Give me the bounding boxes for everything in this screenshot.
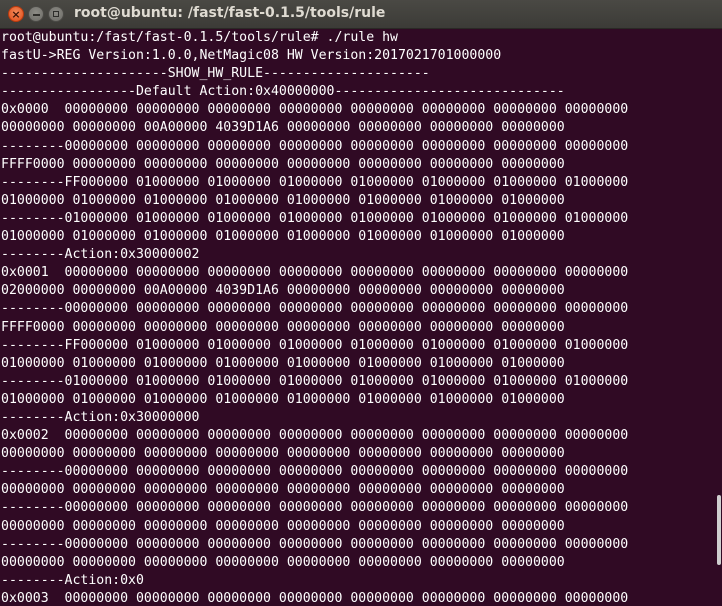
scrollbar[interactable] xyxy=(714,29,722,606)
terminal-line: 00000000 00000000 00A00000 4039D1A6 0000… xyxy=(1,120,565,136)
terminal-line: 0x0002 00000000 00000000 00000000 000000… xyxy=(1,428,629,444)
terminal-line: 0x0000 00000000 00000000 00000000 000000… xyxy=(1,102,629,118)
terminal-line: fastU->REG Version:1.0.0,NetMagic08 HW V… xyxy=(1,48,502,64)
terminal-line: 01000000 01000000 01000000 01000000 0100… xyxy=(1,229,565,245)
close-button[interactable]: × xyxy=(8,6,24,22)
terminal-line: --------01000000 01000000 01000000 01000… xyxy=(1,373,629,389)
terminal-line: ---------------------SHOW_HW_RULE-------… xyxy=(1,66,430,82)
close-icon: × xyxy=(11,7,21,21)
window-title: root@ubuntu: /fast/fast-0.1.5/tools/rule xyxy=(74,5,386,21)
terminal-line: 0x0001 00000000 00000000 00000000 000000… xyxy=(1,265,629,281)
maximize-icon xyxy=(53,11,59,17)
terminal-line: 00000000 00000000 00000000 00000000 0000… xyxy=(1,482,565,498)
terminal-line: FFFF0000 00000000 00000000 00000000 0000… xyxy=(1,319,565,335)
terminal-line: --------FF000000 01000000 01000000 01000… xyxy=(1,174,629,190)
terminal-line: 0x0003 00000000 00000000 00000000 000000… xyxy=(1,590,629,606)
minimize-icon xyxy=(32,13,40,16)
terminal-line: --------00000000 00000000 00000000 00000… xyxy=(1,536,629,552)
terminal-line: 01000000 01000000 01000000 01000000 0100… xyxy=(1,355,565,371)
terminal-line: --------00000000 00000000 00000000 00000… xyxy=(1,301,629,317)
terminal-line: -----------------Default Action:0x400000… xyxy=(1,84,565,100)
terminal-output[interactable]: root@ubuntu:/fast/fast-0.1.5/tools/rule#… xyxy=(1,29,713,606)
maximize-button[interactable] xyxy=(48,6,64,22)
terminal-line: FFFF0000 00000000 00000000 00000000 0000… xyxy=(1,156,565,172)
terminal-line: --------Action:0x30000000 xyxy=(1,409,200,425)
minimize-button[interactable] xyxy=(28,6,44,22)
terminal-line: --------Action:0x30000002 xyxy=(1,247,200,263)
terminal-line: 00000000 00000000 00000000 00000000 0000… xyxy=(1,554,565,570)
terminal-line: --------00000000 00000000 00000000 00000… xyxy=(1,500,629,516)
terminal-line: 00000000 00000000 00000000 00000000 0000… xyxy=(1,518,565,534)
terminal-line: --------00000000 00000000 00000000 00000… xyxy=(1,464,629,480)
terminal-line: --------Action:0x0 xyxy=(1,572,144,588)
terminal-line: --------FF000000 01000000 01000000 01000… xyxy=(1,337,629,353)
terminal-line: 02000000 00000000 00A00000 4039D1A6 0000… xyxy=(1,283,565,299)
terminal-line: 00000000 00000000 00000000 00000000 0000… xyxy=(1,446,565,462)
title-bar[interactable]: × root@ubuntu: /fast/fast-0.1.5/tools/ru… xyxy=(0,0,722,29)
terminal-line: 01000000 01000000 01000000 01000000 0100… xyxy=(1,192,565,208)
terminal-line: root@ubuntu:/fast/fast-0.1.5/tools/rule#… xyxy=(1,30,398,45)
terminal-line: --------01000000 01000000 01000000 01000… xyxy=(1,210,629,226)
terminal-window: × root@ubuntu: /fast/fast-0.1.5/tools/ru… xyxy=(0,0,722,606)
terminal-line: 01000000 01000000 01000000 01000000 0100… xyxy=(1,391,565,407)
scrollbar-thumb[interactable] xyxy=(717,495,721,565)
terminal-line: --------00000000 00000000 00000000 00000… xyxy=(1,138,629,154)
